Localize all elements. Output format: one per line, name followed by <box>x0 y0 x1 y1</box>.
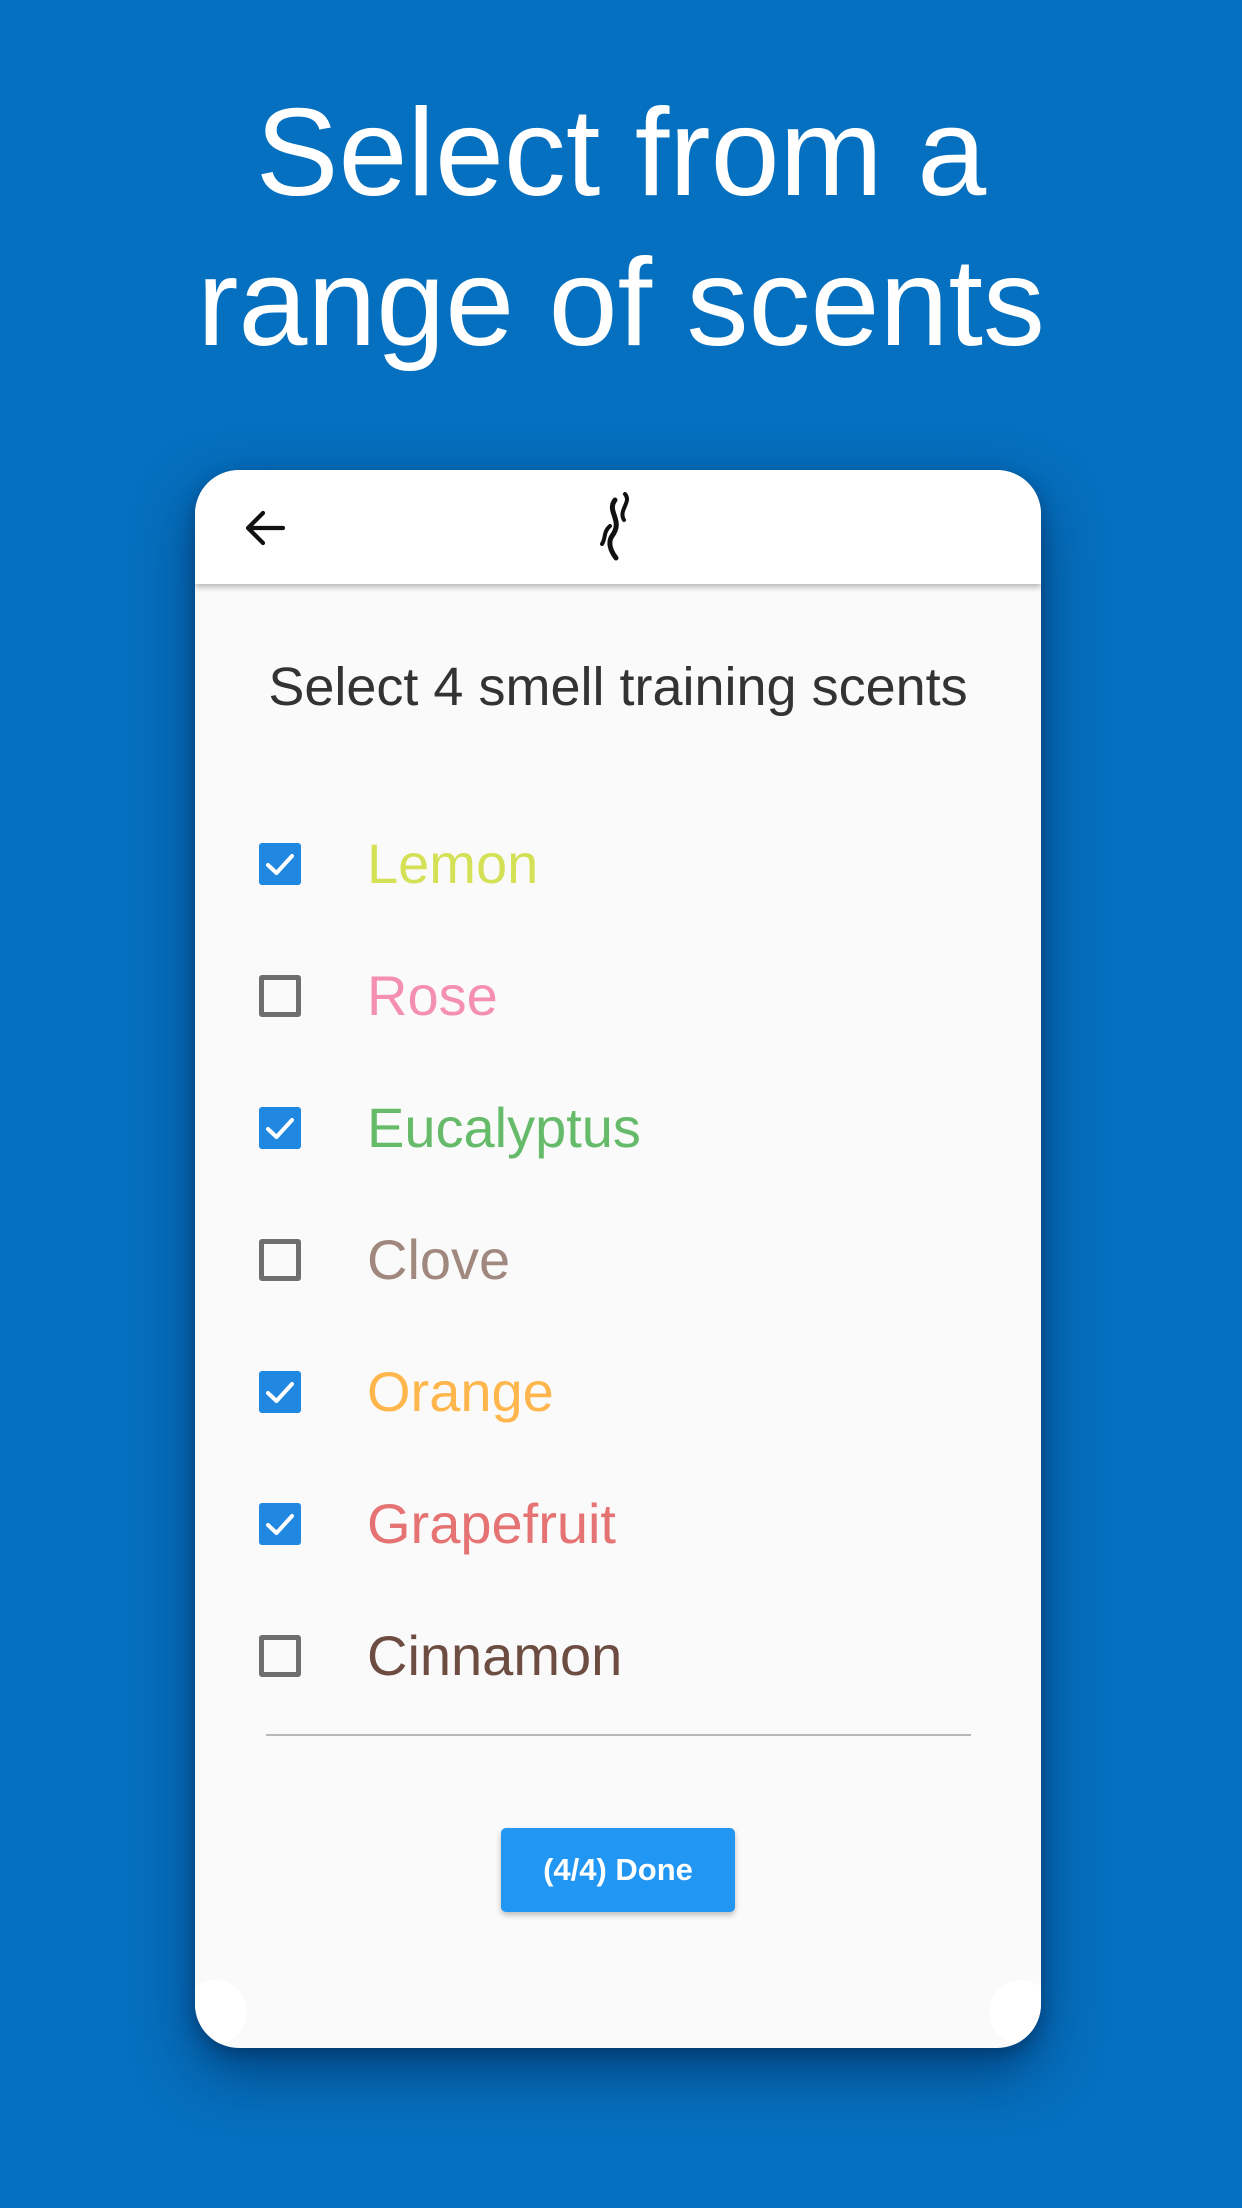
checkmark-icon <box>266 854 294 875</box>
done-button[interactable]: (4/4) Done <box>501 1828 735 1912</box>
selection-prompt: Select 4 smell training scents <box>268 657 968 717</box>
scent-checkbox[interactable] <box>259 1239 301 1281</box>
scent-row-grapefruit[interactable]: Grapefruit <box>255 1474 981 1574</box>
divider <box>266 1734 971 1736</box>
back-button[interactable] <box>235 498 295 558</box>
scent-row-cinnamon[interactable]: Cinnamon <box>255 1606 981 1706</box>
checkmark-icon <box>266 1118 294 1139</box>
scent-label: Eucalyptus <box>367 1096 641 1159</box>
scent-wisp-icon <box>600 492 629 561</box>
scent-checkbox[interactable] <box>259 1107 301 1149</box>
scent-row-clove[interactable]: Clove <box>255 1210 981 1310</box>
phone-screen: Select 4 smell training scents Lemon Rose… <box>195 470 1041 2048</box>
scent-label: Lemon <box>367 832 539 895</box>
headline-line-2: range of scents <box>197 234 1045 372</box>
scent-checkbox[interactable] <box>259 1503 301 1545</box>
scent-row-eucalyptus[interactable]: Eucalyptus <box>255 1078 981 1178</box>
scent-row-rose[interactable]: Rose <box>255 946 981 1046</box>
checkmark-icon <box>266 1382 294 1403</box>
headline: Select from a range of scents <box>0 78 1242 378</box>
scent-checkbox[interactable] <box>259 1371 301 1413</box>
scent-checkbox[interactable] <box>259 1635 301 1677</box>
headline-line-1: Select from a <box>255 84 987 222</box>
scent-checkbox[interactable] <box>259 843 301 885</box>
scent-label: Orange <box>367 1360 554 1423</box>
scent-label: Rose <box>367 964 498 1027</box>
arrow-left-icon <box>245 510 286 546</box>
scent-label: Cinnamon <box>367 1624 623 1687</box>
scent-label: Grapefruit <box>367 1492 616 1555</box>
scent-row-lemon[interactable]: Lemon <box>255 814 981 914</box>
scent-selection-content: Select 4 smell training scents Lemon Rose… <box>195 584 1041 2048</box>
checkmark-icon <box>266 1514 294 1535</box>
app-bar <box>195 470 1041 584</box>
scent-row-orange[interactable]: Orange <box>255 1342 981 1442</box>
scent-checkbox[interactable] <box>259 975 301 1017</box>
scent-label: Clove <box>367 1228 511 1291</box>
